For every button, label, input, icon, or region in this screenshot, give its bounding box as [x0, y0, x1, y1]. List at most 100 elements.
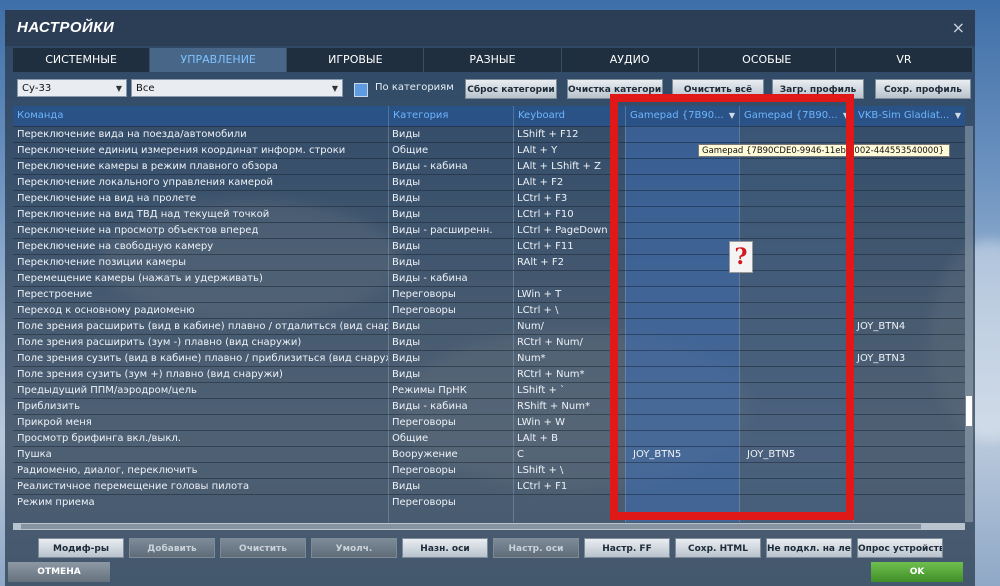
tab-system[interactable]: СИСТЕМНЫЕ	[13, 48, 151, 72]
cell-command[interactable]: Переключение камеры в режим плавного обз…	[13, 159, 388, 175]
cell-keyboard[interactable]: LCtrl + F11	[513, 239, 625, 255]
cell-category[interactable]: Виды - кабина	[388, 271, 513, 287]
cell-category[interactable]: Виды	[388, 175, 513, 191]
save-profile-button[interactable]: Сохр. профиль	[875, 79, 971, 99]
cancel-button[interactable]: ОТМЕНА	[8, 562, 110, 582]
cell-category[interactable]: Режимы ПрНК	[388, 383, 513, 399]
cell-category[interactable]: Виды	[388, 207, 513, 223]
cell-command[interactable]: Перемещение камеры (нажать и удерживать)	[13, 271, 388, 287]
cell-command[interactable]: Переход к основному радиомeню	[13, 303, 388, 319]
cell-command[interactable]: Переключение позиции камеры	[13, 255, 388, 271]
cell-category[interactable]: Виды	[388, 351, 513, 367]
cell-command[interactable]: Поле зрения расширить (вид в кабине) пла…	[13, 319, 388, 335]
cell-command[interactable]: Переключение на просмотр объектов вперед	[13, 223, 388, 239]
cell-command[interactable]: Перестроение	[13, 287, 388, 303]
cell-category[interactable]: Виды	[388, 255, 513, 271]
cell-keyboard[interactable]: LCtrl + PageDown	[513, 223, 625, 239]
cell-category[interactable]: Виды	[388, 479, 513, 495]
header-vkb[interactable]: VKB-Sim Gladiat... ▼	[853, 106, 965, 126]
ok-button[interactable]: OK	[871, 562, 963, 582]
cell-keyboard[interactable]: RCtrl + Num/	[513, 335, 625, 351]
cell-vkb[interactable]	[853, 127, 965, 143]
cell-category[interactable]: Переговоры	[388, 495, 513, 511]
cell-category[interactable]: Общие	[388, 143, 513, 159]
cell-keyboard[interactable]	[513, 495, 625, 511]
header-keyboard[interactable]: Keyboard	[513, 106, 625, 126]
cell-keyboard[interactable]: LCtrl + F1	[513, 479, 625, 495]
no-hotplug-button[interactable]: Не подкл. на лету	[766, 538, 852, 558]
cell-vkb[interactable]	[853, 287, 965, 303]
cell-keyboard[interactable]: RAlt + F2	[513, 255, 625, 271]
cell-category[interactable]: Виды	[388, 367, 513, 383]
tab-audio[interactable]: АУДИО	[561, 48, 699, 72]
cell-vkb[interactable]	[853, 271, 965, 287]
clear-button[interactable]: Очистить	[220, 538, 306, 558]
cell-keyboard[interactable]: C	[513, 447, 625, 463]
category-select[interactable]: Все ▼	[131, 79, 343, 97]
cell-command[interactable]: Переключение единиц измерения координат …	[13, 143, 388, 159]
cell-keyboard[interactable]: LAlt + F2	[513, 175, 625, 191]
cell-category[interactable]: Переговоры	[388, 415, 513, 431]
cell-command[interactable]: Переключение вида на поезда/автомобили	[13, 127, 388, 143]
cell-category[interactable]: Переговоры	[388, 287, 513, 303]
poll-devices-button[interactable]: Опрос устройств	[857, 538, 943, 558]
cell-vkb[interactable]: JOY_BTN4	[853, 319, 965, 335]
add-button[interactable]: Добавить	[129, 538, 215, 558]
cell-keyboard[interactable]: RShift + Num*	[513, 399, 625, 415]
scroll-thumb[interactable]	[966, 396, 972, 426]
cell-category[interactable]: Виды	[388, 335, 513, 351]
cell-vkb[interactable]: JOY_BTN3	[853, 351, 965, 367]
cell-command[interactable]: Поле зрения расширить (зум -) плавно (ви…	[13, 335, 388, 351]
cell-command[interactable]: Радиоменю, диалог, переключить	[13, 463, 388, 479]
header-command[interactable]: Команда	[13, 106, 388, 126]
cell-command[interactable]: Переключение на вид на пролете	[13, 191, 388, 207]
header-category[interactable]: Категория	[388, 106, 513, 126]
tab-vr[interactable]: VR	[835, 48, 973, 72]
cell-keyboard[interactable]: RCtrl + Num*	[513, 367, 625, 383]
cell-keyboard[interactable]: LAlt + Y	[513, 143, 625, 159]
cell-keyboard[interactable]: Num/	[513, 319, 625, 335]
cell-category[interactable]: Вооружение	[388, 447, 513, 463]
ff-tune-button[interactable]: Настр. FF	[584, 538, 670, 558]
cell-vkb[interactable]	[853, 303, 965, 319]
cell-keyboard[interactable]: LWin + T	[513, 287, 625, 303]
cell-vkb[interactable]	[853, 495, 965, 511]
cell-category[interactable]: Переговоры	[388, 463, 513, 479]
cell-vkb[interactable]	[853, 383, 965, 399]
modifiers-button[interactable]: Модиф-ры	[38, 538, 124, 558]
cell-category[interactable]: Виды - кабина	[388, 399, 513, 415]
cell-command[interactable]: Предыдущий ППМ/аэродром/цель	[13, 383, 388, 399]
cell-keyboard[interactable]: LAlt + LShift + Z	[513, 159, 625, 175]
cell-vkb[interactable]	[853, 175, 965, 191]
vertical-scrollbar[interactable]	[965, 126, 973, 522]
cell-vkb[interactable]	[853, 223, 965, 239]
cell-command[interactable]: Просмотр брифинга вкл./выкл.	[13, 431, 388, 447]
cell-command[interactable]: Прикрой меня	[13, 415, 388, 431]
scroll-thumb[interactable]	[21, 524, 921, 529]
assign-axis-button[interactable]: Назн. оси	[402, 538, 488, 558]
cell-vkb[interactable]	[853, 479, 965, 495]
cell-command[interactable]: Пушка	[13, 447, 388, 463]
save-html-button[interactable]: Сохр. HTML	[675, 538, 761, 558]
cell-vkb[interactable]	[853, 207, 965, 223]
cell-command[interactable]: Режим приема	[13, 495, 388, 511]
cell-command[interactable]: Переключение локального управления камер…	[13, 175, 388, 191]
cell-command[interactable]: Переключение на свободную камеру	[13, 239, 388, 255]
cell-keyboard[interactable]: Num*	[513, 351, 625, 367]
cell-vkb[interactable]	[853, 335, 965, 351]
cell-keyboard[interactable]: LWin + W	[513, 415, 625, 431]
cell-category[interactable]: Виды	[388, 191, 513, 207]
close-icon[interactable]: ×	[952, 18, 965, 37]
tab-controls[interactable]: УПРАВЛЕНИЕ	[150, 48, 288, 72]
cell-vkb[interactable]	[853, 399, 965, 415]
cell-keyboard[interactable]: LCtrl + F10	[513, 207, 625, 223]
cell-category[interactable]: Виды	[388, 127, 513, 143]
cell-category[interactable]: Общие	[388, 431, 513, 447]
tab-special[interactable]: ОСОБЫЕ	[698, 48, 836, 72]
cell-keyboard[interactable]: LAlt + B	[513, 431, 625, 447]
cell-vkb[interactable]	[853, 447, 965, 463]
by-category-checkbox[interactable]	[354, 83, 368, 97]
cell-keyboard[interactable]: LCtrl + F3	[513, 191, 625, 207]
cell-vkb[interactable]	[853, 239, 965, 255]
cell-vkb[interactable]	[853, 255, 965, 271]
